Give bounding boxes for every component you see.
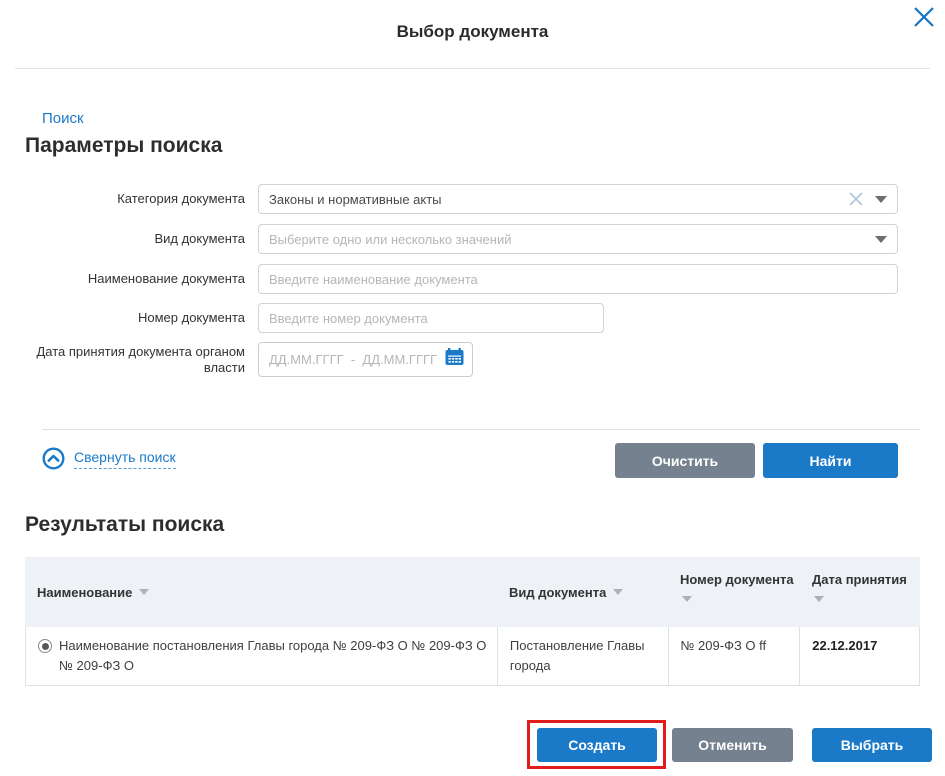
search-params-title: Параметры поиска [25,134,222,158]
radio-selected-icon[interactable] [38,639,52,653]
collapse-search[interactable]: Свернуть поиск [42,447,176,470]
table-row[interactable]: Наименование постановления Главы города … [25,627,920,686]
collapse-search-link[interactable]: Свернуть поиск [74,449,176,469]
result-name-cell[interactable]: Наименование постановления Главы города … [26,627,497,685]
results-table: Наименование Вид документа Номер докумен… [25,557,920,686]
result-date-cell: 22.12.2017 [799,627,919,685]
collapse-circle-up-icon[interactable] [42,447,65,470]
result-doc-type-cell: Постановление Главы города [497,627,668,685]
column-header-date[interactable]: Дата принятия [800,557,920,627]
doc-name-label: Наименование документа [25,271,245,287]
result-doc-number-cell: № 209-ФЗ О ff [668,627,800,685]
sort-arrow-icon[interactable] [139,589,149,595]
calendar-icon[interactable] [445,348,464,371]
sort-arrow-icon[interactable] [814,596,824,602]
header-divider [15,68,930,69]
chevron-down-icon[interactable] [875,196,887,203]
doc-number-input[interactable] [258,303,604,333]
column-header-doc-number[interactable]: Номер документа [668,557,800,627]
date-range-input[interactable] [269,352,445,367]
clear-button[interactable]: Очистить [615,443,755,478]
category-label: Категория документа [25,191,245,207]
chevron-down-icon[interactable] [875,236,887,243]
date-range-field[interactable] [258,342,473,377]
close-icon[interactable] [911,4,937,30]
search-form: Категория документа Вид документа На [0,184,945,386]
table-header-row: Наименование Вид документа Номер докумен… [25,557,920,627]
sort-arrow-icon[interactable] [613,589,623,595]
doc-type-label: Вид документа [25,231,245,247]
cancel-button[interactable]: Отменить [672,728,793,762]
results-title: Результаты поиска [25,513,224,537]
find-button[interactable]: Найти [763,443,898,478]
date-label: Дата принятия документа органом власти [25,344,245,376]
form-divider [42,429,920,430]
column-header-doc-type[interactable]: Вид документа [497,557,668,627]
create-button[interactable]: Создать [537,728,657,762]
form-row-category: Категория документа [0,184,945,214]
doc-number-label: Номер документа [25,310,245,326]
form-row-doc-type: Вид документа [0,224,945,254]
doc-name-input[interactable] [258,264,898,294]
sort-arrow-icon[interactable] [682,596,692,602]
form-row-doc-name: Наименование документа [0,264,945,294]
clear-icon[interactable] [848,191,864,212]
search-link[interactable]: Поиск [42,110,84,127]
dialog-title: Выбор документа [0,22,945,42]
result-name-text: Наименование постановления Главы города … [59,636,487,676]
select-button[interactable]: Выбрать [812,728,932,762]
category-select[interactable] [258,184,898,214]
form-row-doc-number: Номер документа [0,303,945,333]
doc-type-select[interactable] [258,224,898,254]
document-select-dialog: Выбор документа Поиск Параметры поиска К… [0,0,945,776]
form-row-date: Дата принятия документа органом власти [0,342,945,377]
column-header-name[interactable]: Наименование [25,557,497,627]
